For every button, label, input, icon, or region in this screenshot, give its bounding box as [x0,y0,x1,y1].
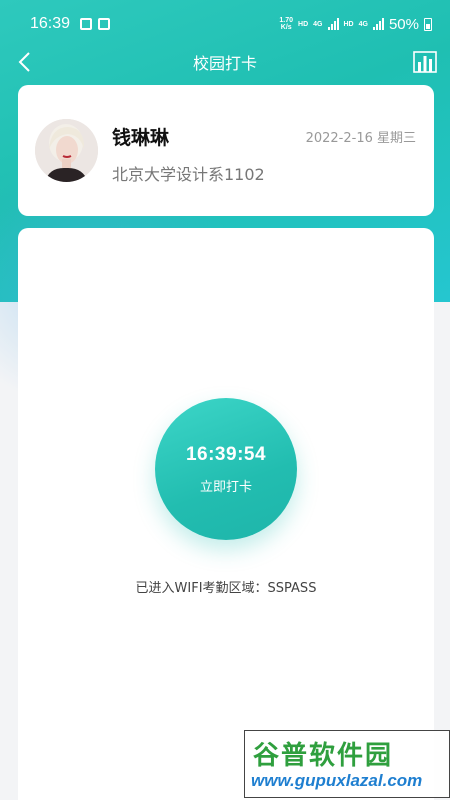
current-date: 2022-2-16 星期三 [305,131,416,146]
wifi-status-text: 已进入WIFI考勤区域：SSPASS [135,581,317,596]
punch-clock: 16:39:54 [185,443,267,465]
signal-icon-2 [372,18,384,30]
net-speed: 1.70 K/s [279,17,294,31]
watermark-logo: 谷普软件园 www.gupuxlazal.com [244,730,450,798]
network-type-2: 4G [358,20,368,28]
status-right: 1.70 K/s HD 4G HD 4G 50% [279,16,432,33]
chevron-left-icon[interactable] [14,50,38,74]
profile-card: 钱琳琳 北京大学设计系1102 2022-2-16 星期三 [18,85,434,216]
hd-badge: HD [298,20,309,28]
avatar-image [35,119,98,182]
punch-card: 16:39:54 立即打卡 已进入WIFI考勤区域：SSPASS [18,228,434,800]
user-name: 钱琳琳 [112,127,170,149]
page-title: 校园打卡 [192,54,257,73]
punch-label: 立即打卡 [199,479,252,495]
network-type: 4G [313,20,323,28]
signal-icon [327,18,339,30]
battery-percent: 50% [388,15,419,33]
status-bar: 16:39 1.70 K/s HD 4G HD 4G 50% [0,0,450,48]
status-time: 16:39 [30,15,71,32]
bar-chart-icon[interactable] [412,49,438,75]
hd-badge-2: HD [343,20,354,28]
watermark-url: www.gupuxlazal.com [251,771,423,790]
battery-icon [424,17,432,31]
app-notification-icon [98,18,111,30]
gallery-icon [80,18,93,30]
notification-icons [80,18,111,30]
watermark-title: 谷普软件园 [253,741,394,771]
user-department: 北京大学设计系1102 [112,165,265,184]
punch-in-button[interactable]: 16:39:54 立即打卡 [155,398,297,540]
nav-bar: 校园打卡 [0,44,450,80]
avatar[interactable] [35,119,98,182]
